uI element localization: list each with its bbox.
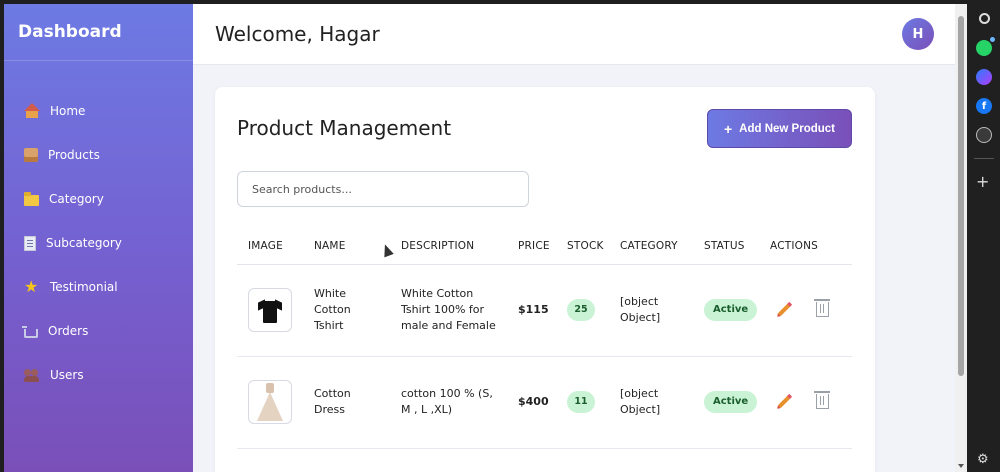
add-product-button[interactable]: + Add New Product: [707, 109, 852, 148]
sidebar-item-subcategory[interactable]: Subcategory: [4, 221, 193, 265]
status-badge: Active: [704, 299, 758, 321]
column-header-image: IMAGE: [248, 239, 283, 252]
sidebar-item-products[interactable]: Products: [4, 133, 193, 177]
product-image-tshirt[interactable]: [248, 288, 292, 332]
product-price: $115: [518, 303, 549, 316]
column-header-actions: ACTIONS: [770, 239, 819, 252]
product-description: White Cotton Tshirt 100% for male and Fe…: [401, 287, 496, 332]
column-header-category: CATEGORY: [620, 239, 678, 252]
users-icon: [24, 367, 40, 383]
status-badge: Active: [704, 391, 758, 413]
sidebar-item-home[interactable]: Home: [4, 89, 193, 133]
page-title: Product Management: [237, 116, 452, 140]
sidebar-item-testimonial[interactable]: ★ Testimonial: [4, 265, 193, 309]
facebook-icon[interactable]: f: [976, 98, 992, 114]
ai-icon[interactable]: [976, 127, 992, 143]
sidebar-item-orders[interactable]: Orders: [4, 309, 193, 353]
avatar[interactable]: H: [902, 18, 934, 50]
sidebar: Dashboard Home Products Category Subcate…: [4, 4, 193, 472]
page-scrollbar[interactable]: [955, 4, 967, 472]
edit-button[interactable]: [776, 392, 794, 410]
sidebar-item-label: Home: [50, 104, 86, 118]
scrollbar-thumb[interactable]: [958, 16, 964, 376]
product-name: White Cotton Tshirt: [314, 287, 351, 332]
cart-icon: [22, 325, 38, 338]
notification-dot: [990, 37, 995, 42]
product-image-dress[interactable]: [248, 380, 292, 424]
sidebar-item-label: Subcategory: [46, 236, 122, 250]
box-icon: [24, 148, 38, 162]
pencil-icon: [777, 301, 793, 316]
whatsapp-icon[interactable]: [976, 40, 992, 56]
delete-button[interactable]: [814, 298, 832, 317]
product-name: Cotton Dress: [314, 387, 351, 416]
home-icon: [24, 103, 40, 119]
sidebar-item-category[interactable]: Category: [4, 177, 193, 221]
folder-icon: [24, 192, 39, 206]
sidebar-brand[interactable]: Dashboard: [4, 4, 193, 61]
trash-icon: [814, 390, 830, 409]
sidebar-item-label: Category: [49, 192, 104, 206]
sidebar-item-label: Products: [48, 148, 100, 162]
table-header-row: IMAGE NAME DESCRIPTION PRICE STOCK CATEG…: [237, 228, 852, 264]
stock-badge: 11: [567, 391, 595, 413]
sidebar-nav: Home Products Category Subcategory ★ Tes…: [4, 61, 193, 397]
search-input[interactable]: [237, 171, 529, 207]
products-table: IMAGE NAME DESCRIPTION PRICE STOCK CATEG…: [237, 228, 852, 449]
product-management-card: Product Management + Add New Product IMA…: [215, 87, 875, 472]
column-header-name: NAME: [314, 239, 346, 252]
top-header: Welcome, Hagar H: [193, 4, 955, 65]
scroll-down-arrow-icon[interactable]: [958, 464, 964, 468]
trash-icon: [814, 298, 830, 317]
sidebar-item-users[interactable]: Users: [4, 353, 193, 397]
sidebar-item-label: Orders: [48, 324, 89, 338]
messenger-icon[interactable]: [976, 69, 992, 85]
plus-icon: +: [723, 120, 733, 137]
pencil-icon: [777, 393, 793, 408]
search-icon[interactable]: [976, 10, 992, 26]
product-category: [object Object]: [620, 387, 661, 416]
browser-side-panel: f + ⚙: [968, 0, 1000, 472]
divider: [974, 158, 994, 159]
document-icon: [24, 235, 36, 251]
tshirt-icon: [258, 297, 282, 323]
dress-icon: [257, 383, 283, 421]
add-product-label: Add New Product: [739, 122, 836, 135]
column-header-stock: STOCK: [567, 239, 604, 252]
welcome-message: Welcome, Hagar: [215, 22, 380, 46]
table-row: Cotton Dress cotton 100 % (S, M , L ,XL)…: [237, 356, 852, 448]
product-description: cotton 100 % (S, M , L ,XL): [401, 387, 493, 416]
sidebar-item-label: Users: [50, 368, 84, 382]
product-category: [object Object]: [620, 295, 661, 324]
column-header-description: DESCRIPTION: [401, 239, 475, 252]
column-header-price: PRICE: [518, 239, 550, 252]
product-price: $400: [518, 395, 549, 408]
main-content: Welcome, Hagar H Product Management + Ad…: [193, 4, 955, 472]
stock-badge: 25: [567, 299, 595, 321]
delete-button[interactable]: [814, 390, 832, 409]
sidebar-item-label: Testimonial: [50, 280, 118, 294]
edit-button[interactable]: [776, 300, 794, 318]
plus-icon[interactable]: +: [976, 174, 989, 190]
column-header-status: STATUS: [704, 239, 745, 252]
table-row: White Cotton Tshirt White Cotton Tshirt …: [237, 264, 852, 356]
gear-icon[interactable]: ⚙: [977, 452, 989, 467]
star-icon: ★: [24, 277, 39, 296]
